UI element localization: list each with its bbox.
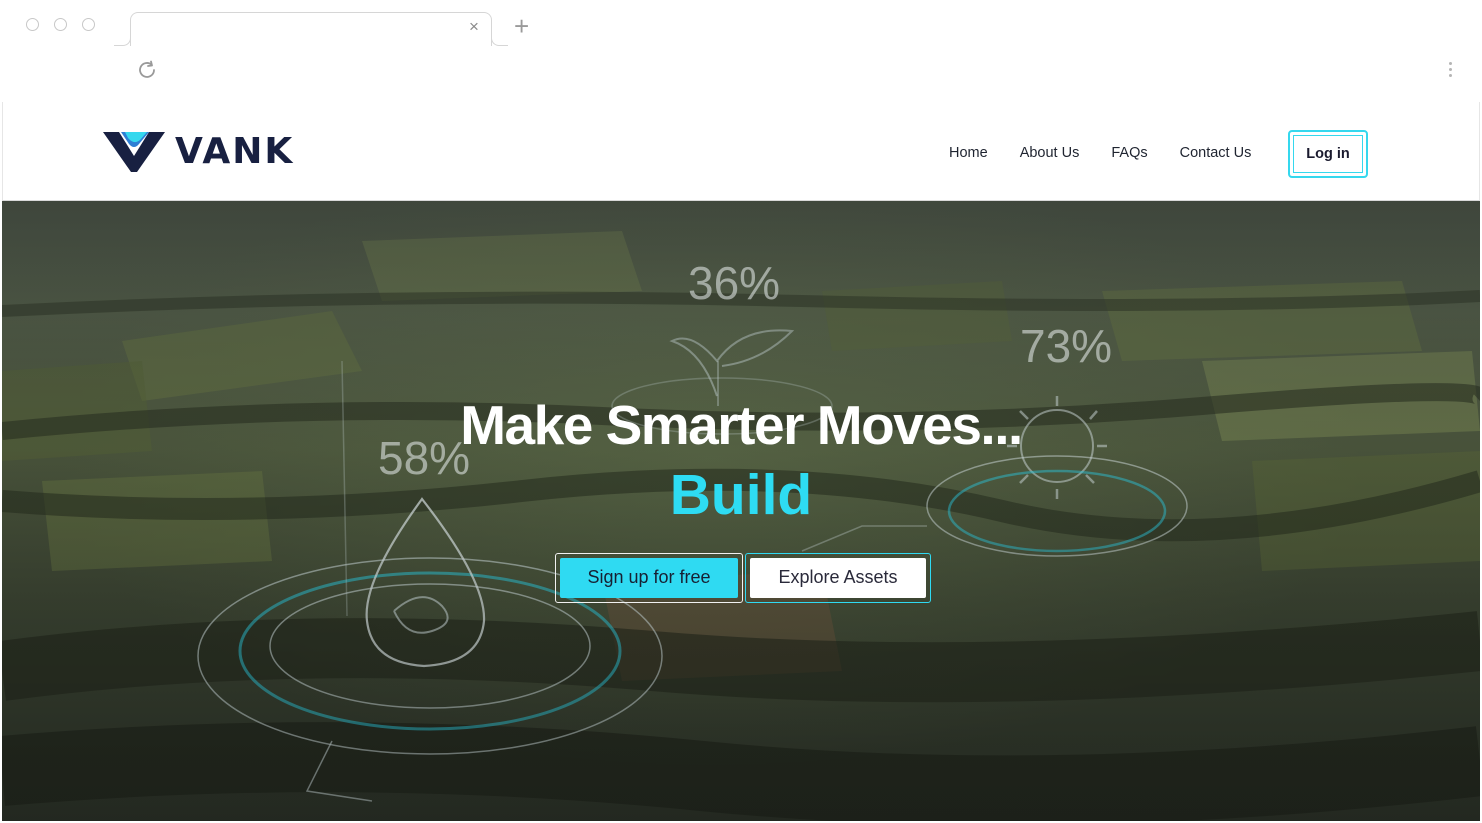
login-button[interactable]: Log in [1288, 130, 1368, 178]
kebab-menu-icon[interactable] [1446, 62, 1454, 80]
maximize-window-button[interactable] [82, 18, 95, 31]
site-header: VANK Home About Us FAQs Contact Us Log i… [2, 102, 1480, 201]
new-tab-icon[interactable]: + [514, 13, 529, 39]
brand-logo[interactable]: VANK [103, 130, 294, 174]
reload-icon[interactable] [136, 59, 158, 81]
nav-about-us[interactable]: About Us [1020, 145, 1080, 161]
vank-chevron-icon [103, 132, 165, 172]
brand-name: VANK [175, 131, 295, 172]
signup-button-label: Sign up for free [560, 558, 738, 598]
main-nav: Home About Us FAQs Contact Us [949, 145, 1283, 161]
window-controls [26, 18, 95, 31]
browser-chrome: × + [0, 0, 1482, 102]
tab-edge-left [114, 30, 131, 46]
nav-contact-us[interactable]: Contact Us [1180, 145, 1252, 161]
stat-sunlight-percent: 73% [1020, 320, 1113, 372]
signup-button[interactable]: Sign up for free [555, 553, 743, 603]
hero-section: 36% 73% 58% Make Smarter Moves... Build … [2, 201, 1480, 821]
nav-faqs[interactable]: FAQs [1111, 145, 1147, 161]
browser-tab[interactable] [130, 12, 492, 46]
explore-assets-button-label: Explore Assets [750, 558, 926, 598]
close-window-button[interactable] [26, 18, 39, 31]
tab-edge-right [491, 30, 508, 46]
minimize-window-button[interactable] [54, 18, 67, 31]
stat-growth-percent: 36% [688, 257, 781, 309]
nav-home[interactable]: Home [949, 145, 988, 161]
tab-close-icon[interactable]: × [469, 17, 479, 37]
hero-accent-word: Build [669, 463, 813, 527]
hero-headline: Make Smarter Moves... [460, 394, 1023, 456]
explore-assets-button[interactable]: Explore Assets [745, 553, 931, 603]
